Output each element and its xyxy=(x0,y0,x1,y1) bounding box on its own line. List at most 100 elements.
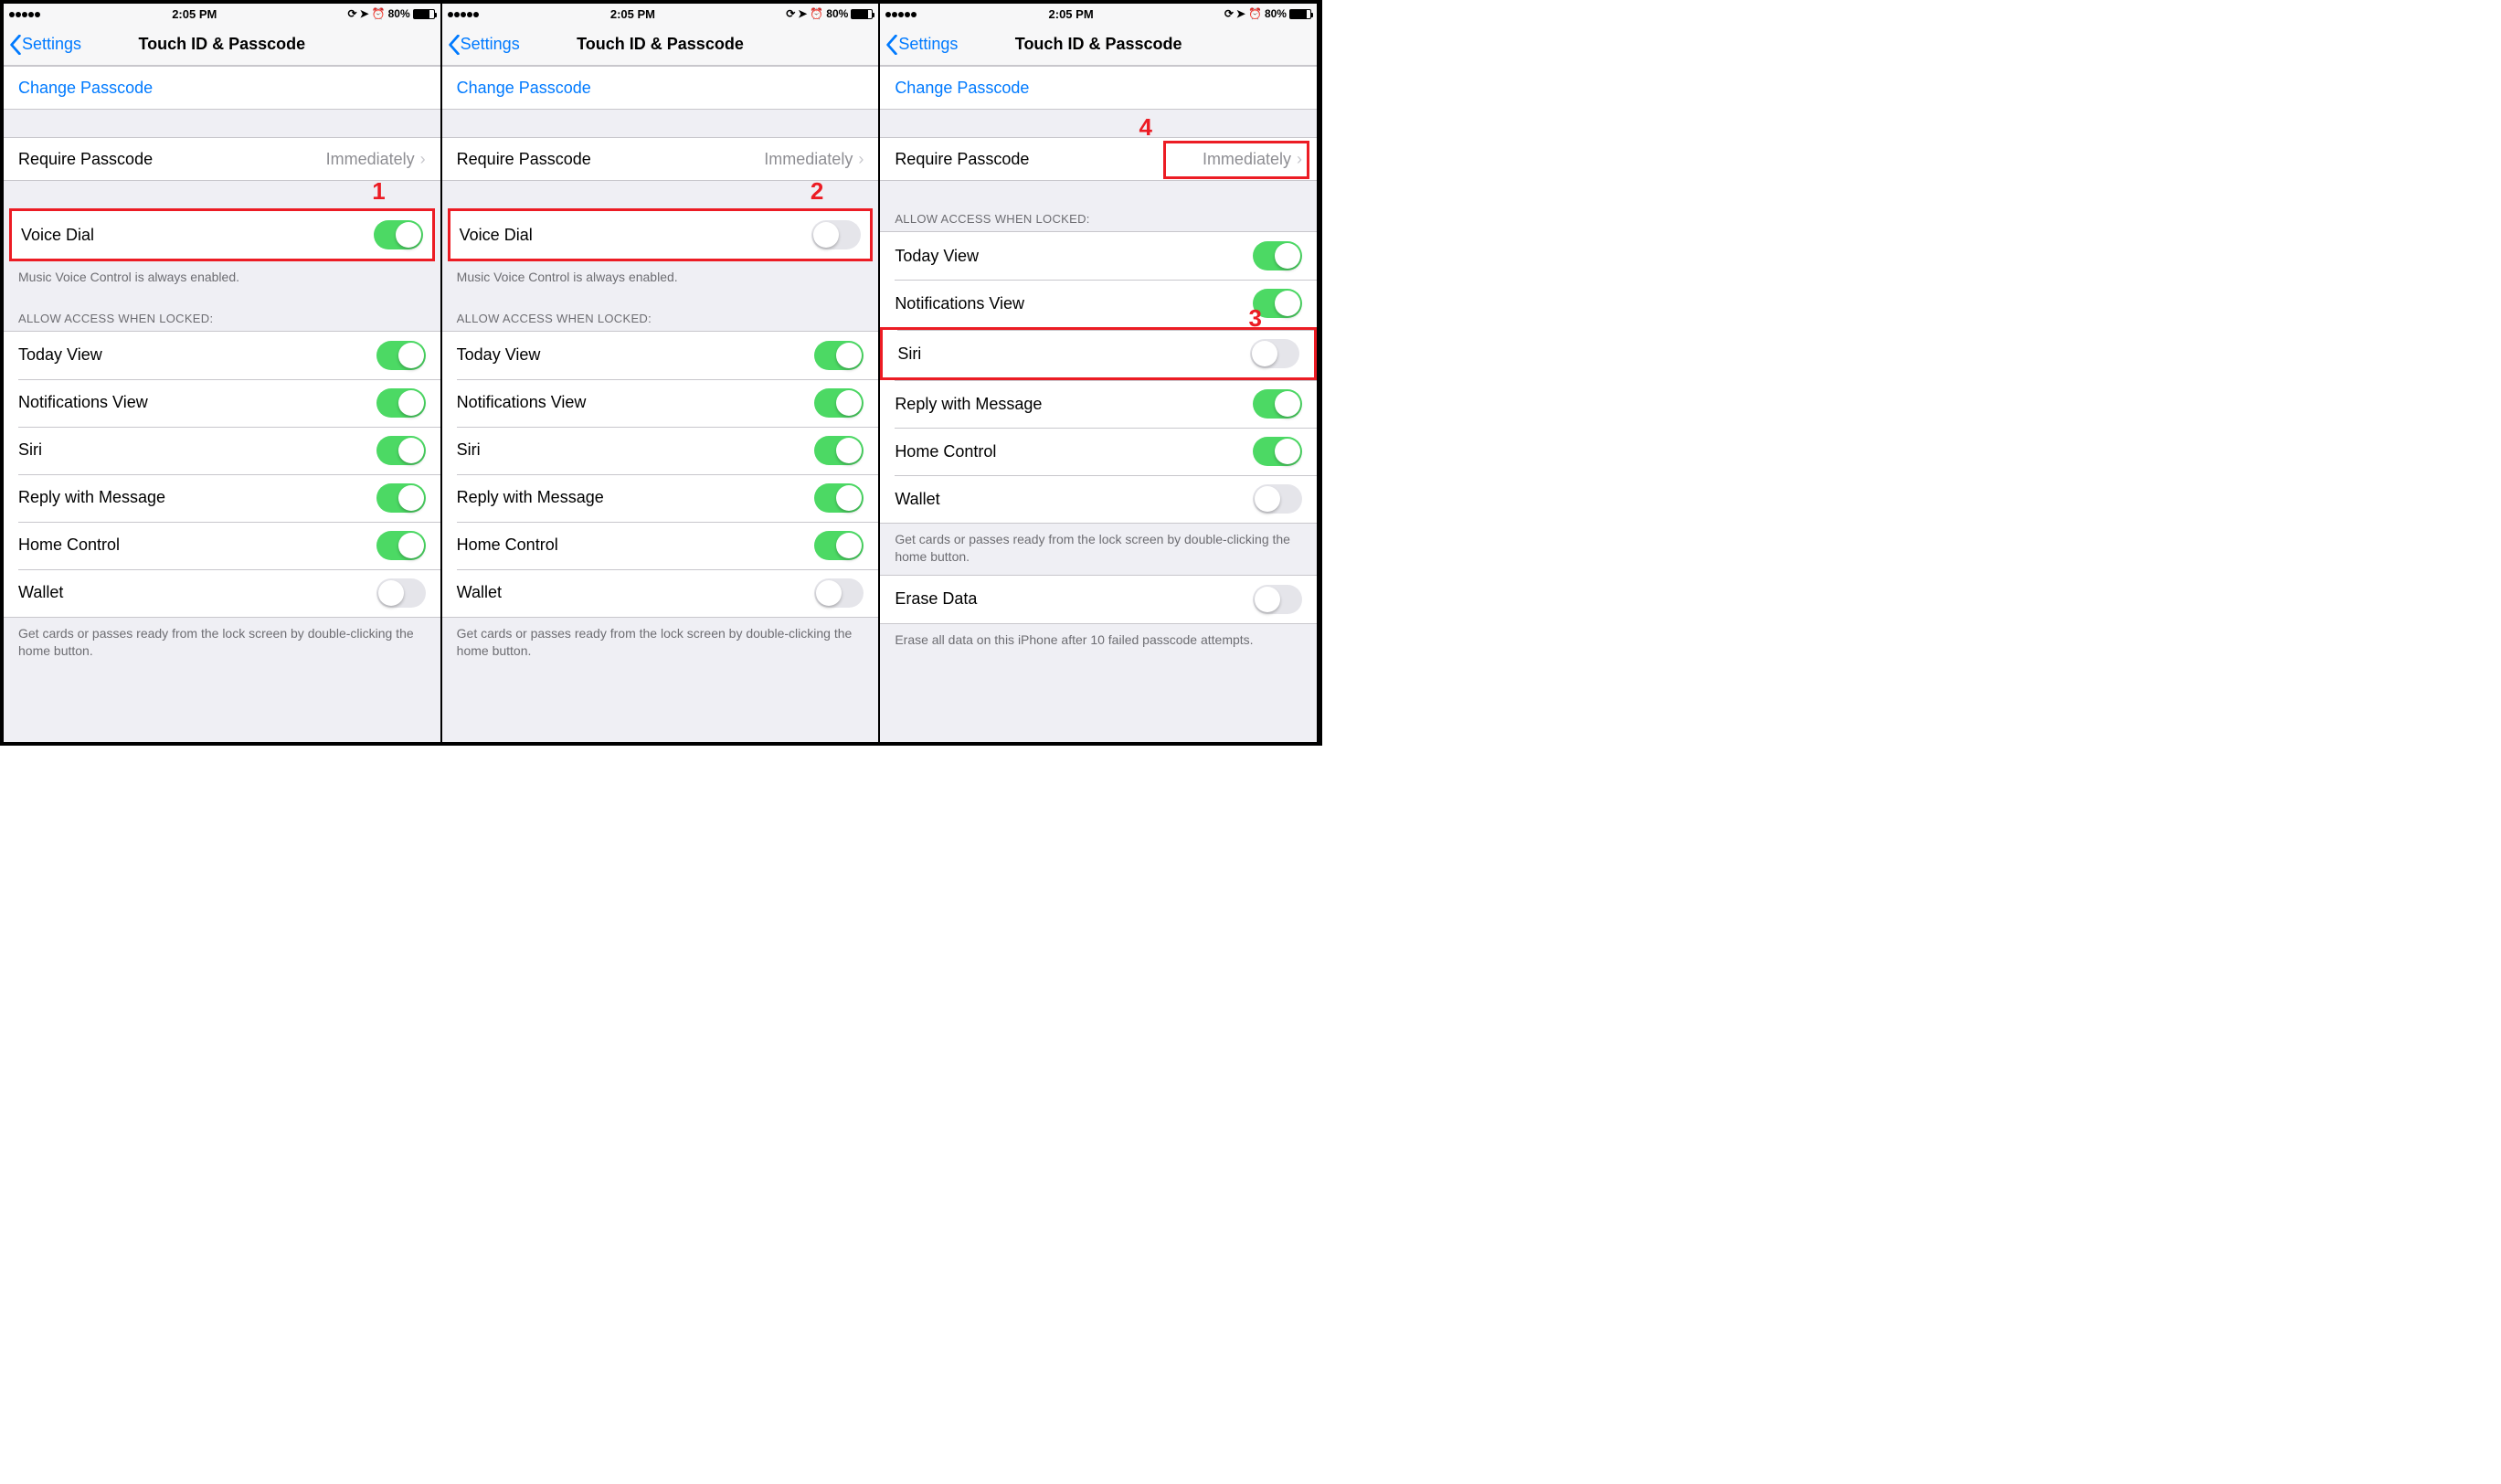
home-control-toggle[interactable] xyxy=(1253,437,1302,466)
change-passcode-row[interactable]: Change Passcode xyxy=(442,67,879,109)
reply-toggle[interactable] xyxy=(376,483,426,513)
require-passcode-row[interactable]: Require Passcode Immediately › xyxy=(4,138,440,180)
siri-row[interactable]: Siri xyxy=(4,427,440,474)
notifications-view-row[interactable]: Notifications View xyxy=(442,379,879,427)
orientation-lock-icon: ⟳ xyxy=(1224,7,1234,20)
allow-access-header: ALLOW ACCESS WHEN LOCKED: xyxy=(880,181,1317,231)
reply-with-message-row[interactable]: Reply with Message xyxy=(880,380,1317,428)
reply-with-message-row[interactable]: Reply with Message xyxy=(442,474,879,522)
home-control-row[interactable]: Home Control xyxy=(4,522,440,569)
today-view-row[interactable]: Today View xyxy=(442,332,879,379)
today-view-toggle[interactable] xyxy=(1253,241,1302,270)
chevron-right-icon: › xyxy=(420,150,426,169)
screen-2: 2:05 PM ⟳ ➤ ⏰ 80% Settings Touch ID & Pa… xyxy=(442,4,881,742)
battery-icon xyxy=(851,9,873,19)
voice-dial-row[interactable]: Voice Dial xyxy=(12,211,432,259)
reply-with-message-row[interactable]: Reply with Message xyxy=(4,474,440,522)
annotation-2-label: 2 xyxy=(811,177,823,206)
location-icon: ➤ xyxy=(1236,7,1245,20)
signal-dots-icon xyxy=(9,7,41,20)
voice-dial-toggle[interactable] xyxy=(811,220,861,249)
back-button[interactable]: Settings xyxy=(880,35,958,55)
reply-toggle[interactable] xyxy=(1253,389,1302,419)
annotation-2-box: Voice Dial xyxy=(448,208,874,261)
annotation-1-box: Voice Dial xyxy=(9,208,435,261)
allow-access-header: ALLOW ACCESS WHEN LOCKED: xyxy=(4,295,440,331)
today-view-row[interactable]: Today View xyxy=(880,232,1317,280)
back-button[interactable]: Settings xyxy=(4,35,81,55)
nav-bar: Settings Touch ID & Passcode xyxy=(880,24,1317,66)
siri-toggle[interactable] xyxy=(1250,339,1299,368)
siri-row[interactable]: Siri xyxy=(880,327,1317,380)
wallet-toggle[interactable] xyxy=(1253,484,1302,514)
erase-data-toggle[interactable] xyxy=(1253,585,1302,614)
screen-1: 2:05 PM ⟳ ➤ ⏰ 80% Settings Touch ID & Pa… xyxy=(4,4,442,742)
notifications-view-row[interactable]: Notifications View 3 xyxy=(880,280,1317,327)
status-bar: 2:05 PM ⟳ ➤ ⏰ 80% xyxy=(880,4,1317,24)
nav-bar: Settings Touch ID & Passcode xyxy=(4,24,440,66)
wallet-toggle[interactable] xyxy=(814,578,864,608)
chevron-right-icon: › xyxy=(858,150,864,169)
alarm-icon: ⏰ xyxy=(810,7,823,20)
today-view-toggle[interactable] xyxy=(814,341,864,370)
alarm-icon: ⏰ xyxy=(1248,7,1262,20)
notifications-view-row[interactable]: Notifications View xyxy=(4,379,440,427)
chevron-left-icon xyxy=(448,35,461,55)
status-time: 2:05 PM xyxy=(610,7,655,21)
wallet-footer: Get cards or passes ready from the lock … xyxy=(4,618,440,669)
today-view-row[interactable]: Today View xyxy=(4,332,440,379)
location-icon: ➤ xyxy=(798,7,807,20)
nav-bar: Settings Touch ID & Passcode xyxy=(442,24,879,66)
back-button[interactable]: Settings xyxy=(442,35,520,55)
wallet-toggle[interactable] xyxy=(376,578,426,608)
home-control-row[interactable]: Home Control xyxy=(442,522,879,569)
back-label: Settings xyxy=(22,35,81,54)
battery-icon xyxy=(1289,9,1311,19)
wallet-footer: Get cards or passes ready from the lock … xyxy=(880,524,1317,575)
wallet-row[interactable]: Wallet xyxy=(880,475,1317,523)
status-bar: 2:05 PM ⟳ ➤ ⏰ 80% xyxy=(4,4,440,24)
home-control-toggle[interactable] xyxy=(376,531,426,560)
erase-data-row[interactable]: Erase Data xyxy=(880,576,1317,623)
allow-access-header: ALLOW ACCESS WHEN LOCKED: xyxy=(442,295,879,331)
wallet-row[interactable]: Wallet xyxy=(442,569,879,617)
siri-toggle[interactable] xyxy=(376,436,426,465)
signal-dots-icon xyxy=(448,7,480,20)
reply-toggle[interactable] xyxy=(814,483,864,513)
alarm-icon: ⏰ xyxy=(372,7,386,20)
annotation-1-label: 1 xyxy=(372,177,385,206)
back-label: Settings xyxy=(898,35,958,54)
voice-dial-toggle[interactable] xyxy=(374,220,423,249)
siri-row[interactable]: Siri xyxy=(442,427,879,474)
status-time: 2:05 PM xyxy=(172,7,217,21)
battery-icon xyxy=(413,9,435,19)
voice-dial-row[interactable]: Voice Dial xyxy=(450,211,871,259)
siri-toggle[interactable] xyxy=(814,436,864,465)
wallet-row[interactable]: Wallet xyxy=(4,569,440,617)
wallet-footer: Get cards or passes ready from the lock … xyxy=(442,618,879,669)
screen-3: 2:05 PM ⟳ ➤ ⏰ 80% Settings Touch ID & Pa… xyxy=(880,4,1319,742)
chevron-left-icon xyxy=(885,35,898,55)
location-icon: ➤ xyxy=(360,7,369,20)
back-label: Settings xyxy=(461,35,520,54)
status-bar: 2:05 PM ⟳ ➤ ⏰ 80% xyxy=(442,4,879,24)
change-passcode-row[interactable]: Change Passcode xyxy=(880,67,1317,109)
voice-dial-footer: Music Voice Control is always enabled. xyxy=(442,261,879,295)
battery-pct: 80% xyxy=(1265,7,1287,20)
orientation-lock-icon: ⟳ xyxy=(786,7,795,20)
chevron-left-icon xyxy=(9,35,22,55)
require-passcode-row[interactable]: Require Passcode Immediately› xyxy=(442,138,879,180)
home-control-row[interactable]: Home Control xyxy=(880,428,1317,475)
home-control-toggle[interactable] xyxy=(814,531,864,560)
require-passcode-value: Immediately xyxy=(326,150,415,169)
orientation-lock-icon: ⟳ xyxy=(348,7,357,20)
battery-pct: 80% xyxy=(388,7,410,20)
notifications-view-toggle[interactable] xyxy=(376,388,426,418)
signal-dots-icon xyxy=(885,7,917,20)
notifications-view-toggle[interactable] xyxy=(814,388,864,418)
erase-data-footer: Erase all data on this iPhone after 10 f… xyxy=(880,624,1317,658)
require-passcode-row[interactable]: Require Passcode Immediately › xyxy=(880,138,1317,180)
change-passcode-row[interactable]: Change Passcode xyxy=(4,67,440,109)
voice-dial-label: Voice Dial xyxy=(21,226,94,245)
today-view-toggle[interactable] xyxy=(376,341,426,370)
